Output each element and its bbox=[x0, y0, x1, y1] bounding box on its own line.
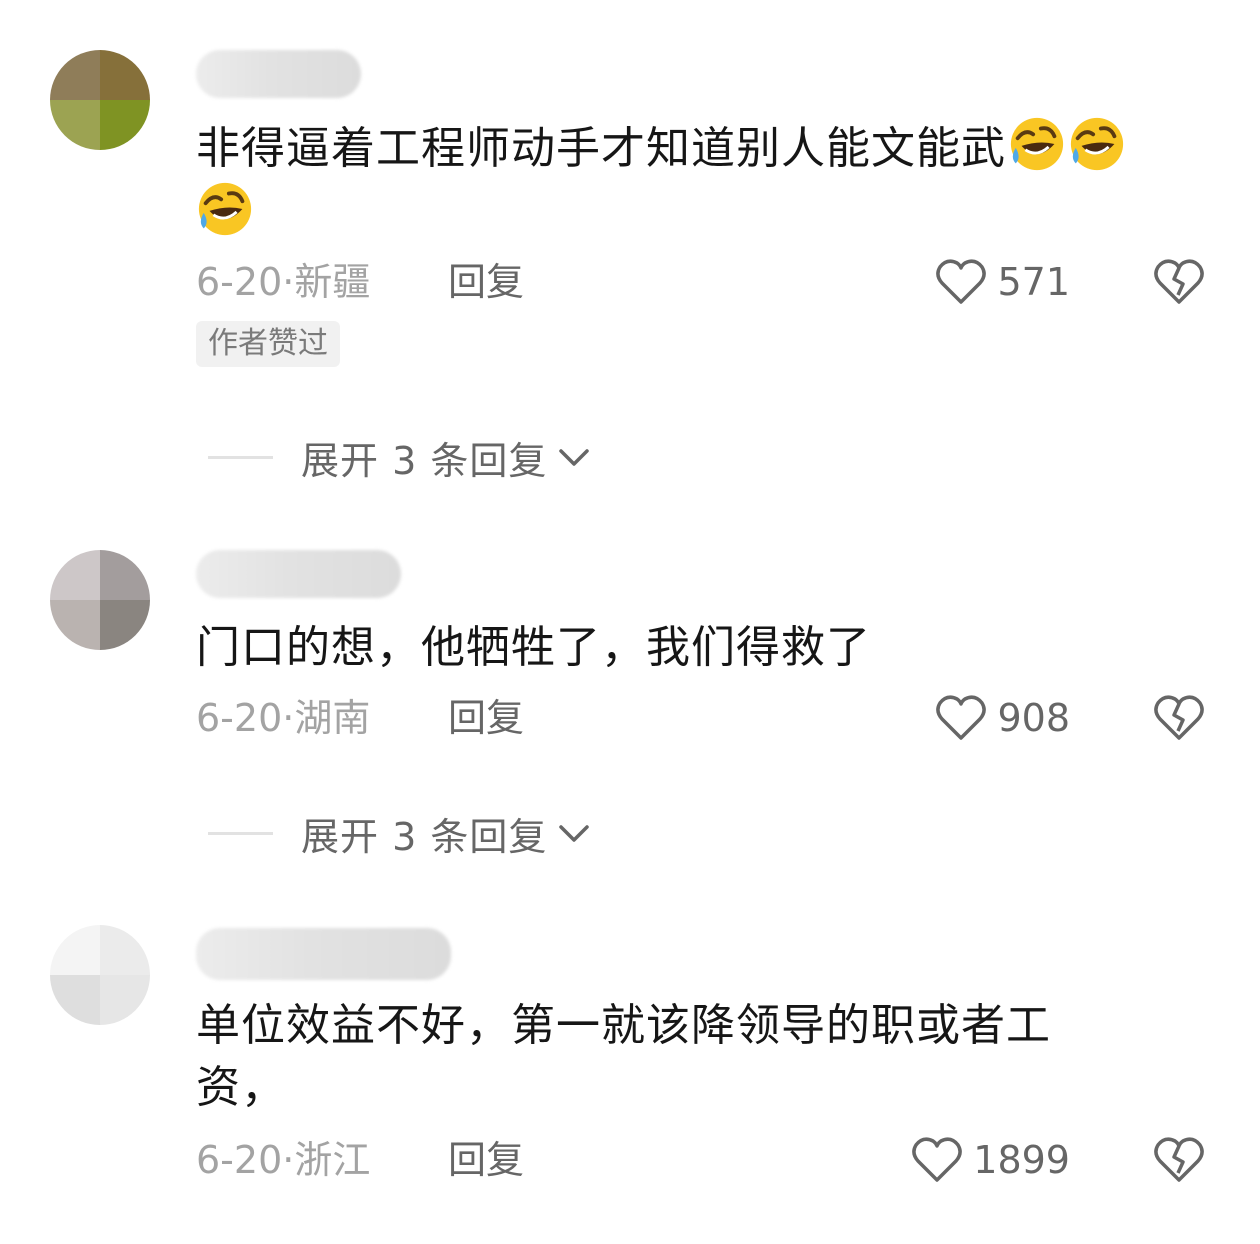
username-blurred[interactable] bbox=[196, 50, 361, 98]
avatar-tile bbox=[100, 600, 150, 650]
comment-meta: 6-20·湖南 bbox=[196, 693, 370, 743]
broken-heart-icon[interactable] bbox=[1153, 1135, 1205, 1185]
meta-separator: · bbox=[282, 1138, 295, 1182]
heart-outline-icon bbox=[936, 259, 987, 304]
expand-replies-button[interactable]: 展开 3 条回复 bbox=[208, 432, 591, 483]
avatar-tile bbox=[100, 550, 150, 600]
avatar-tile bbox=[100, 50, 150, 100]
avatar-tile bbox=[50, 100, 100, 150]
broken-heart-icon[interactable] bbox=[1153, 693, 1205, 743]
comment-date: 6-20 bbox=[196, 696, 283, 740]
avatar-tile bbox=[50, 50, 100, 100]
comment-body: 单位效益不好，第一就该降领导的职或者工资， bbox=[196, 1000, 1051, 1113]
comment-location: 新疆 bbox=[294, 260, 371, 304]
heart-outline-icon bbox=[912, 1137, 963, 1182]
comment-date: 6-20 bbox=[196, 1138, 283, 1182]
reply-button[interactable]: 回复 bbox=[448, 693, 524, 743]
divider-line bbox=[208, 455, 273, 459]
like-button[interactable]: 1899 bbox=[911, 1135, 1070, 1185]
comment-meta: 6-20·新疆 bbox=[196, 257, 370, 307]
avatar-tile bbox=[50, 975, 100, 1025]
expand-replies-button[interactable]: 展开 3 条回复 bbox=[208, 808, 591, 859]
avatar-tile bbox=[100, 975, 150, 1025]
meta-separator: · bbox=[282, 696, 295, 740]
rolling-on-floor-laughing-emoji bbox=[1010, 117, 1064, 171]
comment-text: 非得逼着工程师动手才知道别人能文能武 bbox=[196, 115, 1206, 245]
username-blurred[interactable] bbox=[196, 928, 451, 980]
comment-text: 单位效益不好，第一就该降领导的职或者工资， bbox=[196, 995, 1136, 1119]
avatar-tile bbox=[50, 550, 100, 600]
like-count: 908 bbox=[997, 696, 1070, 740]
comment-meta: 6-20·浙江 bbox=[196, 1135, 370, 1185]
chevron-down-icon bbox=[559, 825, 590, 842]
rolling-on-floor-laughing-emoji bbox=[1070, 117, 1124, 171]
like-count: 1899 bbox=[973, 1138, 1070, 1182]
meta-separator: · bbox=[282, 260, 295, 304]
comment-text: 门口的想，他牺牲了，我们得救了 bbox=[196, 617, 1206, 679]
avatar[interactable] bbox=[50, 50, 150, 150]
like-button[interactable]: 908 bbox=[935, 693, 1070, 743]
rolling-on-floor-laughing-emoji bbox=[198, 182, 252, 236]
divider-line bbox=[208, 831, 273, 835]
reply-button[interactable]: 回复 bbox=[448, 1135, 524, 1185]
reply-button[interactable]: 回复 bbox=[448, 257, 524, 307]
avatar-tile bbox=[100, 100, 150, 150]
chevron-down-icon bbox=[559, 449, 590, 466]
broken-heart-icon[interactable] bbox=[1153, 257, 1205, 307]
avatar-tile bbox=[50, 925, 100, 975]
expand-replies-label: 展开 3 条回复 bbox=[301, 814, 548, 859]
avatar[interactable] bbox=[50, 550, 150, 650]
username-blurred[interactable] bbox=[196, 550, 401, 598]
comment-location: 湖南 bbox=[294, 696, 371, 740]
avatar[interactable] bbox=[50, 925, 150, 1025]
expand-replies-label: 展开 3 条回复 bbox=[301, 438, 548, 483]
comment-date: 6-20 bbox=[196, 260, 283, 304]
comment-body: 门口的想，他牺牲了，我们得救了 bbox=[196, 622, 871, 673]
heart-outline-icon bbox=[936, 695, 987, 740]
author-liked-badge: 作者赞过 bbox=[196, 321, 340, 367]
comment-location: 浙江 bbox=[294, 1138, 371, 1182]
like-button[interactable]: 571 bbox=[935, 257, 1070, 307]
comment-body: 非得逼着工程师动手才知道别人能文能武 bbox=[196, 123, 1006, 174]
like-count: 571 bbox=[997, 260, 1070, 304]
avatar-tile bbox=[100, 925, 150, 975]
avatar-tile bbox=[50, 600, 100, 650]
